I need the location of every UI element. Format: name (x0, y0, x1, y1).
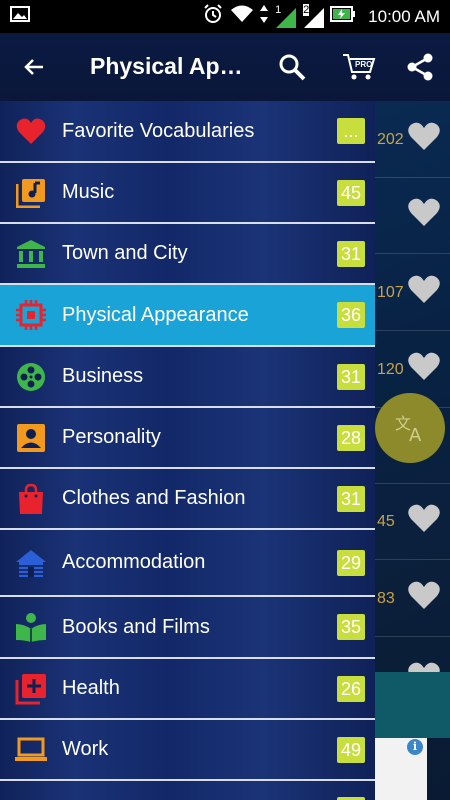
count-badge: 49 (337, 736, 365, 763)
status-bar: 1 2 10:00 AM (0, 0, 450, 33)
count-badge: 35 (337, 614, 365, 640)
count-badge: 31 (337, 485, 365, 512)
drawer-item-clothes-and-fashion[interactable]: Clothes and Fashion 31 (0, 469, 375, 530)
word-count: 45 (377, 513, 395, 530)
pro-cart-button[interactable]: PRO (340, 49, 378, 85)
heart-outline-icon[interactable] (407, 197, 441, 227)
drawer-item-label: Clothes and Fashion (62, 487, 246, 509)
count-badge: 26 (337, 675, 365, 702)
drawer-item-health[interactable]: Health 26 (0, 659, 375, 720)
arrow-left-icon (24, 59, 43, 75)
heart-outline-icon[interactable] (407, 580, 441, 610)
sim2-label: 2 (303, 3, 310, 16)
drawer-item-partial[interactable] (0, 781, 375, 800)
drawer-item-label: Personality (62, 426, 161, 448)
drawer-item-work[interactable]: Work 49 (0, 720, 375, 781)
list-item[interactable]: 45 (375, 483, 450, 560)
sim1-label: 1 (275, 3, 282, 16)
count-badge: 29 (337, 549, 365, 576)
category-drawer: Favorite Vocabularies ... Music 45 Town … (0, 101, 375, 800)
word-count: 120 (377, 361, 404, 378)
signal-sim1-icon: 1 (274, 3, 297, 28)
person-box-icon (14, 421, 48, 455)
drawer-item-label: Accommodation (62, 551, 206, 573)
share-icon (407, 53, 433, 81)
svg-text:A: A (409, 425, 422, 445)
drawer-item-accommodation[interactable]: Accommodation 29 (0, 530, 375, 597)
drawer-item-town-and-city[interactable]: Town and City 31 (0, 224, 375, 285)
list-item[interactable]: 107 (375, 254, 450, 331)
word-count: 83 (377, 590, 395, 607)
translate-icon: 文 A (395, 414, 422, 445)
drawer-item-physical-appearance[interactable]: Physical Appearance 36 (0, 285, 375, 347)
bank-icon (14, 237, 48, 271)
drawer-item-personality[interactable]: Personality 28 (0, 408, 375, 469)
count-badge: 31 (337, 363, 365, 390)
word-count: 202 (377, 131, 404, 148)
search-button[interactable] (274, 49, 310, 85)
reading-icon (14, 610, 48, 644)
alarm-icon (202, 3, 224, 30)
battery-charging-icon (330, 5, 356, 28)
drawer-item-label: Business (62, 365, 144, 387)
drawer-item-label: Work (62, 738, 109, 760)
music-library-icon (14, 176, 48, 210)
drawer-item-label: Physical Appearance (62, 303, 249, 326)
chip-icon (14, 298, 48, 332)
ad-info-icon[interactable]: i (407, 739, 423, 755)
count-badge: ... (337, 118, 365, 144)
heart-icon (14, 114, 48, 148)
shopping-bag-icon (14, 482, 48, 516)
translate-fab[interactable]: 文 A (375, 393, 445, 463)
word-count: 107 (377, 284, 404, 301)
ad-banner[interactable] (375, 672, 450, 738)
heart-outline-icon[interactable] (407, 351, 441, 381)
heart-outline-icon[interactable] (407, 121, 441, 151)
list-item[interactable] (375, 177, 450, 254)
heart-outline-icon[interactable] (407, 503, 441, 533)
gallery-notification-icon (10, 6, 30, 27)
drawer-item-label: Town and City (62, 242, 188, 264)
count-badge: 31 (337, 240, 365, 267)
drawer-item-books-and-films[interactable]: Books and Films 35 (0, 597, 375, 659)
drawer-item-label: Books and Films (62, 615, 210, 638)
page-title: Physical Ap… (90, 53, 243, 79)
signal-sim2-icon: 2 (302, 3, 325, 28)
toolbar: Physical Ap… PRO (0, 33, 450, 101)
count-badge: 45 (337, 179, 365, 206)
wifi-icon (230, 4, 254, 29)
cabin-icon (14, 546, 48, 580)
search-icon (279, 54, 306, 81)
list-item[interactable]: 202 (375, 101, 450, 178)
status-time: 10:00 AM (368, 6, 440, 26)
drawer-item-favorite-vocabularies[interactable]: Favorite Vocabularies ... (0, 101, 375, 163)
share-button[interactable] (402, 49, 438, 85)
count-badge: 36 (337, 302, 365, 328)
pro-label: PRO (355, 60, 373, 69)
heart-outline-icon[interactable] (407, 274, 441, 304)
back-button[interactable] (16, 49, 52, 85)
drawer-item-business[interactable]: Business 31 (0, 347, 375, 408)
data-arrows-icon (260, 5, 269, 28)
list-item[interactable]: 83 (375, 560, 450, 637)
drawer-item-label: Health (62, 677, 120, 699)
medical-plus-icon (14, 672, 48, 706)
film-reel-icon (14, 360, 48, 394)
drawer-item-music[interactable]: Music 45 (0, 163, 375, 224)
drawer-item-label: Music (62, 181, 115, 203)
drawer-item-label: Favorite Vocabularies (62, 119, 255, 142)
count-badge: 28 (337, 424, 365, 451)
laptop-icon (14, 733, 48, 767)
